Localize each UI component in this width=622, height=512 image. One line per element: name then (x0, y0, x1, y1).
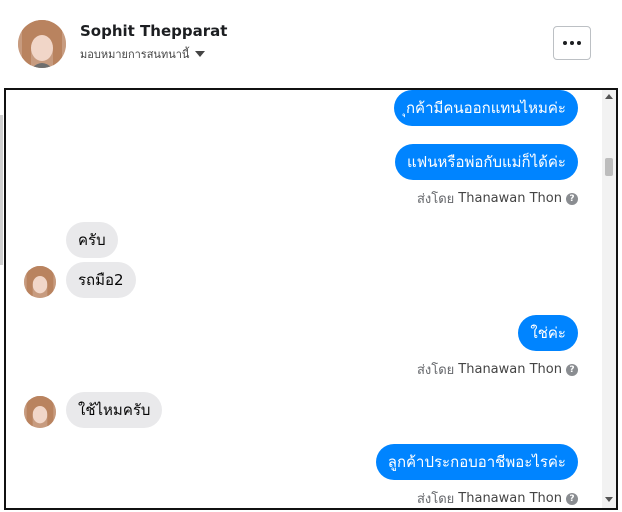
avatar[interactable] (24, 266, 56, 298)
more-options-button[interactable] (553, 26, 591, 60)
sent-by-label: ส่งโดย Thanawan Thon ? (417, 359, 578, 380)
scrollbar[interactable] (602, 90, 616, 508)
left-edge-divider (0, 115, 3, 265)
scroll-down-icon[interactable] (605, 497, 613, 502)
caret-down-icon (195, 51, 206, 57)
avatar[interactable] (24, 396, 56, 428)
scroll-thumb[interactable] (605, 158, 613, 176)
sent-by-prefix: ส่งโดย (416, 192, 455, 207)
message-incoming: ใช้ไหมครับ (66, 392, 163, 428)
contact-name: Sophit Thepparat (80, 22, 228, 40)
message-thread: ุกค้ามีคนออกแทนไหมค่ะ แฟนหรือพ่อกับแม่ก็… (4, 88, 618, 510)
question-circle-icon[interactable]: ? (566, 363, 578, 376)
sent-by-prefix: ส่งโดย (416, 492, 455, 507)
message-outgoing: ลูกค้าประกอบอาชีพอะไรค่ะ (375, 444, 578, 480)
message-outgoing: แฟนหรือพ่อกับแม่ก็ได้ค่ะ (394, 144, 578, 180)
sent-by-prefix: ส่งโดย (416, 363, 455, 378)
conversation-header: Sophit Thepparat มอบหมายการสนทนานี้ (0, 0, 622, 88)
message-outgoing: ุกค้ามีคนออกแทนไหมค่ะ (393, 90, 578, 126)
avatar[interactable] (18, 20, 66, 68)
assign-label: มอบหมายการสนทนานี้ (80, 48, 190, 61)
question-circle-icon[interactable]: ? (566, 192, 578, 205)
message-incoming: ครับ (66, 222, 118, 258)
sent-by-label: ส่งโดย Thanawan Thon ? (417, 188, 578, 209)
sent-by-label: ส่งโดย Thanawan Thon ? (416, 488, 578, 508)
sent-by-agent: Thanawan Thon (458, 362, 562, 377)
more-horizontal-icon (563, 41, 581, 45)
scroll-up-icon[interactable] (605, 94, 613, 99)
sent-by-agent: Thanawan Thon (458, 491, 562, 506)
message-outgoing: ใช่ค่ะ (518, 315, 578, 351)
message-incoming: รถมือ2 (66, 262, 136, 298)
assign-conversation-dropdown[interactable]: มอบหมายการสนทนานี้ (80, 45, 206, 63)
question-circle-icon[interactable]: ? (566, 492, 578, 505)
sent-by-agent: Thanawan Thon (458, 191, 562, 206)
